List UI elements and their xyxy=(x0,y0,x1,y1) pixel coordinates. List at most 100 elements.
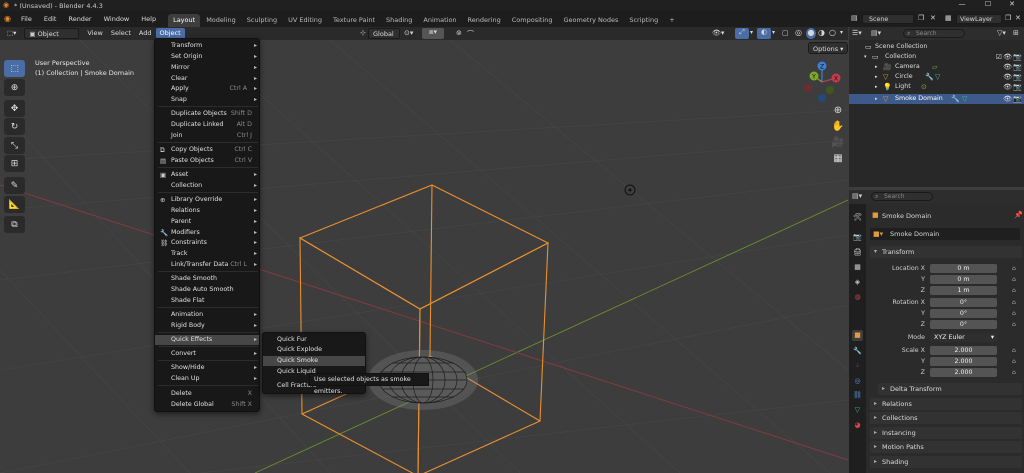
menu-item-delete-global[interactable]: Delete Global Shift X xyxy=(155,400,259,410)
keyframe-icon[interactable]: ⌂ xyxy=(1012,299,1016,306)
scale-x-field[interactable]: 2.000 xyxy=(930,346,997,355)
menu-item-clear[interactable]: Clear ▸ xyxy=(155,74,259,84)
proportional-editing-icon[interactable]: ⊚ xyxy=(456,29,462,37)
menu-item-duplicate-linked[interactable]: Duplicate Linked Alt D xyxy=(155,120,259,130)
menu-item-copy-objects[interactable]: ⧉ Copy Objects Ctrl C xyxy=(155,145,259,155)
menu-item-constraints[interactable]: ⛓ Constraints ▸ xyxy=(155,238,259,248)
add-workspace-button[interactable]: + xyxy=(664,14,679,27)
zoom-icon[interactable]: ⊕ xyxy=(831,104,845,118)
menu-item-convert[interactable]: Convert ▸ xyxy=(155,349,259,359)
eye-icon[interactable]: 👁 xyxy=(1003,62,1012,72)
new-view-layer-icon[interactable]: ❐ xyxy=(1005,14,1011,22)
material-shading-icon[interactable]: ◑ xyxy=(818,28,825,37)
tab-uv-editing[interactable]: UV Editing xyxy=(283,14,327,27)
tab-scripting[interactable]: Scripting xyxy=(624,14,663,27)
outliner-row-collection[interactable]: ▾ ▭ Collection ☑ 👁 📷 xyxy=(849,52,1024,62)
3d-viewport[interactable]: X Y Z xyxy=(0,40,848,473)
menu-view[interactable]: View xyxy=(83,28,106,39)
menu-item-paste-objects[interactable]: ▤ Paste Objects Ctrl V xyxy=(155,156,259,166)
output-tab-icon[interactable]: 🖨 xyxy=(852,247,863,258)
mode-selector[interactable]: ▣ Object Mode xyxy=(24,28,80,49)
relations-panel-header[interactable]: ▸ Relations xyxy=(870,398,1022,410)
rendered-shading-icon[interactable]: ○ xyxy=(829,28,836,37)
blender-menu-icon[interactable]: ◉ xyxy=(0,11,15,27)
tab-animation[interactable]: Animation xyxy=(418,14,461,27)
outliner-search-input[interactable]: ⌕ Search xyxy=(903,29,965,38)
render-camera-icon[interactable]: 📷 xyxy=(1013,94,1022,104)
properties-search-input[interactable]: ⌕ Search xyxy=(871,192,933,201)
tab-geometry-nodes[interactable]: Geometry Nodes xyxy=(559,14,624,27)
menu-item-animation[interactable]: Animation ▸ xyxy=(155,310,259,320)
location-x-field[interactable]: 0 m xyxy=(930,264,997,273)
keyframe-icon[interactable]: ⌂ xyxy=(1012,310,1016,317)
properties-editor-icon[interactable]: ▤▾ xyxy=(852,192,862,200)
view-layer-tab-icon[interactable]: ▦ xyxy=(852,262,863,273)
rotation-x-field[interactable]: 0° xyxy=(930,298,997,307)
menu-item-relations[interactable]: Relations ▸ xyxy=(155,206,259,216)
menu-item-apply[interactable]: Apply Ctrl A ▸ xyxy=(155,84,259,94)
wireframe-shading-icon[interactable]: ◎ xyxy=(795,28,802,37)
menu-item-set-origin[interactable]: Set Origin ▸ xyxy=(155,52,259,62)
light-object[interactable] xyxy=(624,184,636,196)
editor-type-icon[interactable]: ⬚▾ xyxy=(3,28,20,39)
material-tab-icon[interactable]: ◕ xyxy=(852,420,863,431)
transform-tool-icon[interactable]: ⊞ xyxy=(4,155,25,172)
keyframe-icon[interactable]: ⌂ xyxy=(1012,287,1016,294)
menu-item-show-hide[interactable]: Show/Hide ▸ xyxy=(155,363,259,373)
menu-item-clean-up[interactable]: Clean Up ▸ xyxy=(155,374,259,384)
menu-item-quick-explode[interactable]: Quick Explode xyxy=(263,345,365,355)
tab-modeling[interactable]: Modeling xyxy=(201,14,241,27)
object-name-field[interactable]: ■▾ Smoke Domain xyxy=(870,228,1020,240)
pivot-icon[interactable]: ⊙▾ xyxy=(404,29,413,37)
tab-sculpting[interactable]: Sculpting xyxy=(242,14,282,27)
delete-view-layer-icon[interactable]: ✕ xyxy=(1015,14,1021,22)
tab-compositing[interactable]: Compositing xyxy=(507,14,558,27)
menu-item-library-override[interactable]: ⊕ Library Override ▸ xyxy=(155,195,259,205)
location-z-field[interactable]: 1 m xyxy=(930,286,997,295)
scale-tool-icon[interactable]: ⤡ xyxy=(4,137,25,154)
xray-icon[interactable]: ▢ xyxy=(782,29,789,37)
constraints-tab-icon[interactable]: ⛓ xyxy=(852,390,863,401)
delta-transform-header[interactable]: ▸ Delta Transform xyxy=(878,383,1022,395)
eye-icon[interactable]: 👁 xyxy=(1003,52,1012,62)
collections-panel-header[interactable]: ▸ Collections xyxy=(870,412,1022,424)
keyframe-icon[interactable]: ⌂ xyxy=(1012,265,1016,272)
menu-item-asset[interactable]: ▣ Asset ▸ xyxy=(155,170,259,180)
physics-tab-icon[interactable]: ◎ xyxy=(852,376,863,387)
location-y-field[interactable]: 0 m xyxy=(930,275,997,284)
select-box-tool-icon[interactable]: ⬚ xyxy=(4,60,25,77)
particles-tab-icon[interactable]: ⁘ xyxy=(852,361,863,372)
eye-icon[interactable]: 👁 xyxy=(1003,82,1012,92)
menu-window[interactable]: Window xyxy=(98,11,136,27)
visibility-icon[interactable]: 👁▾ xyxy=(712,29,724,37)
render-camera-icon[interactable]: 📷 xyxy=(1013,82,1022,92)
gizmo-toggle-icon[interactable]: ⤢ xyxy=(735,28,749,39)
tab-shading[interactable]: Shading xyxy=(381,14,417,27)
rotate-tool-icon[interactable]: ↻ xyxy=(4,118,25,135)
gizmo-dropdown-icon[interactable]: ▾ xyxy=(750,29,753,36)
menu-item-modifiers[interactable]: 🔧 Modifiers ▸ xyxy=(155,228,259,238)
tab-layout[interactable]: Layout xyxy=(168,14,201,27)
keyframe-icon[interactable]: ⌂ xyxy=(1012,358,1016,365)
new-collection-icon[interactable]: ⊞ xyxy=(1013,29,1019,37)
transform-panel-header[interactable]: ▾ Transform xyxy=(870,246,1022,258)
shading-dropdown-icon[interactable]: ▾ xyxy=(840,29,843,36)
maximize-button[interactable]: ☐ xyxy=(978,0,998,8)
menu-add[interactable]: Add xyxy=(135,28,156,39)
eye-icon[interactable]: 👁 xyxy=(1003,94,1012,104)
instancing-panel-header[interactable]: ▸ Instancing xyxy=(870,427,1022,439)
annotate-tool-icon[interactable]: ✎ xyxy=(4,177,25,194)
new-scene-icon[interactable]: ❐ xyxy=(918,14,924,22)
rotation-mode-dropdown[interactable]: XYZ Euler ▾ xyxy=(930,333,997,342)
render-camera-icon[interactable]: 📷 xyxy=(1013,62,1022,72)
perspective-toggle-icon[interactable]: ▦ xyxy=(831,152,845,166)
motion-paths-panel-header[interactable]: ▸ Motion Paths xyxy=(870,441,1022,453)
menu-item-snap[interactable]: Snap ▸ xyxy=(155,95,259,105)
menu-item-parent[interactable]: Parent ▸ xyxy=(155,217,259,227)
render-camera-icon[interactable]: 📷 xyxy=(1013,52,1022,62)
cursor-tool-icon[interactable]: ⊕ xyxy=(4,79,25,96)
scale-y-field[interactable]: 2.000 xyxy=(930,357,997,366)
rotation-y-field[interactable]: 0° xyxy=(930,309,997,318)
tab-texture-paint[interactable]: Texture Paint xyxy=(328,14,380,27)
scale-z-field[interactable]: 2.000 xyxy=(930,368,997,377)
